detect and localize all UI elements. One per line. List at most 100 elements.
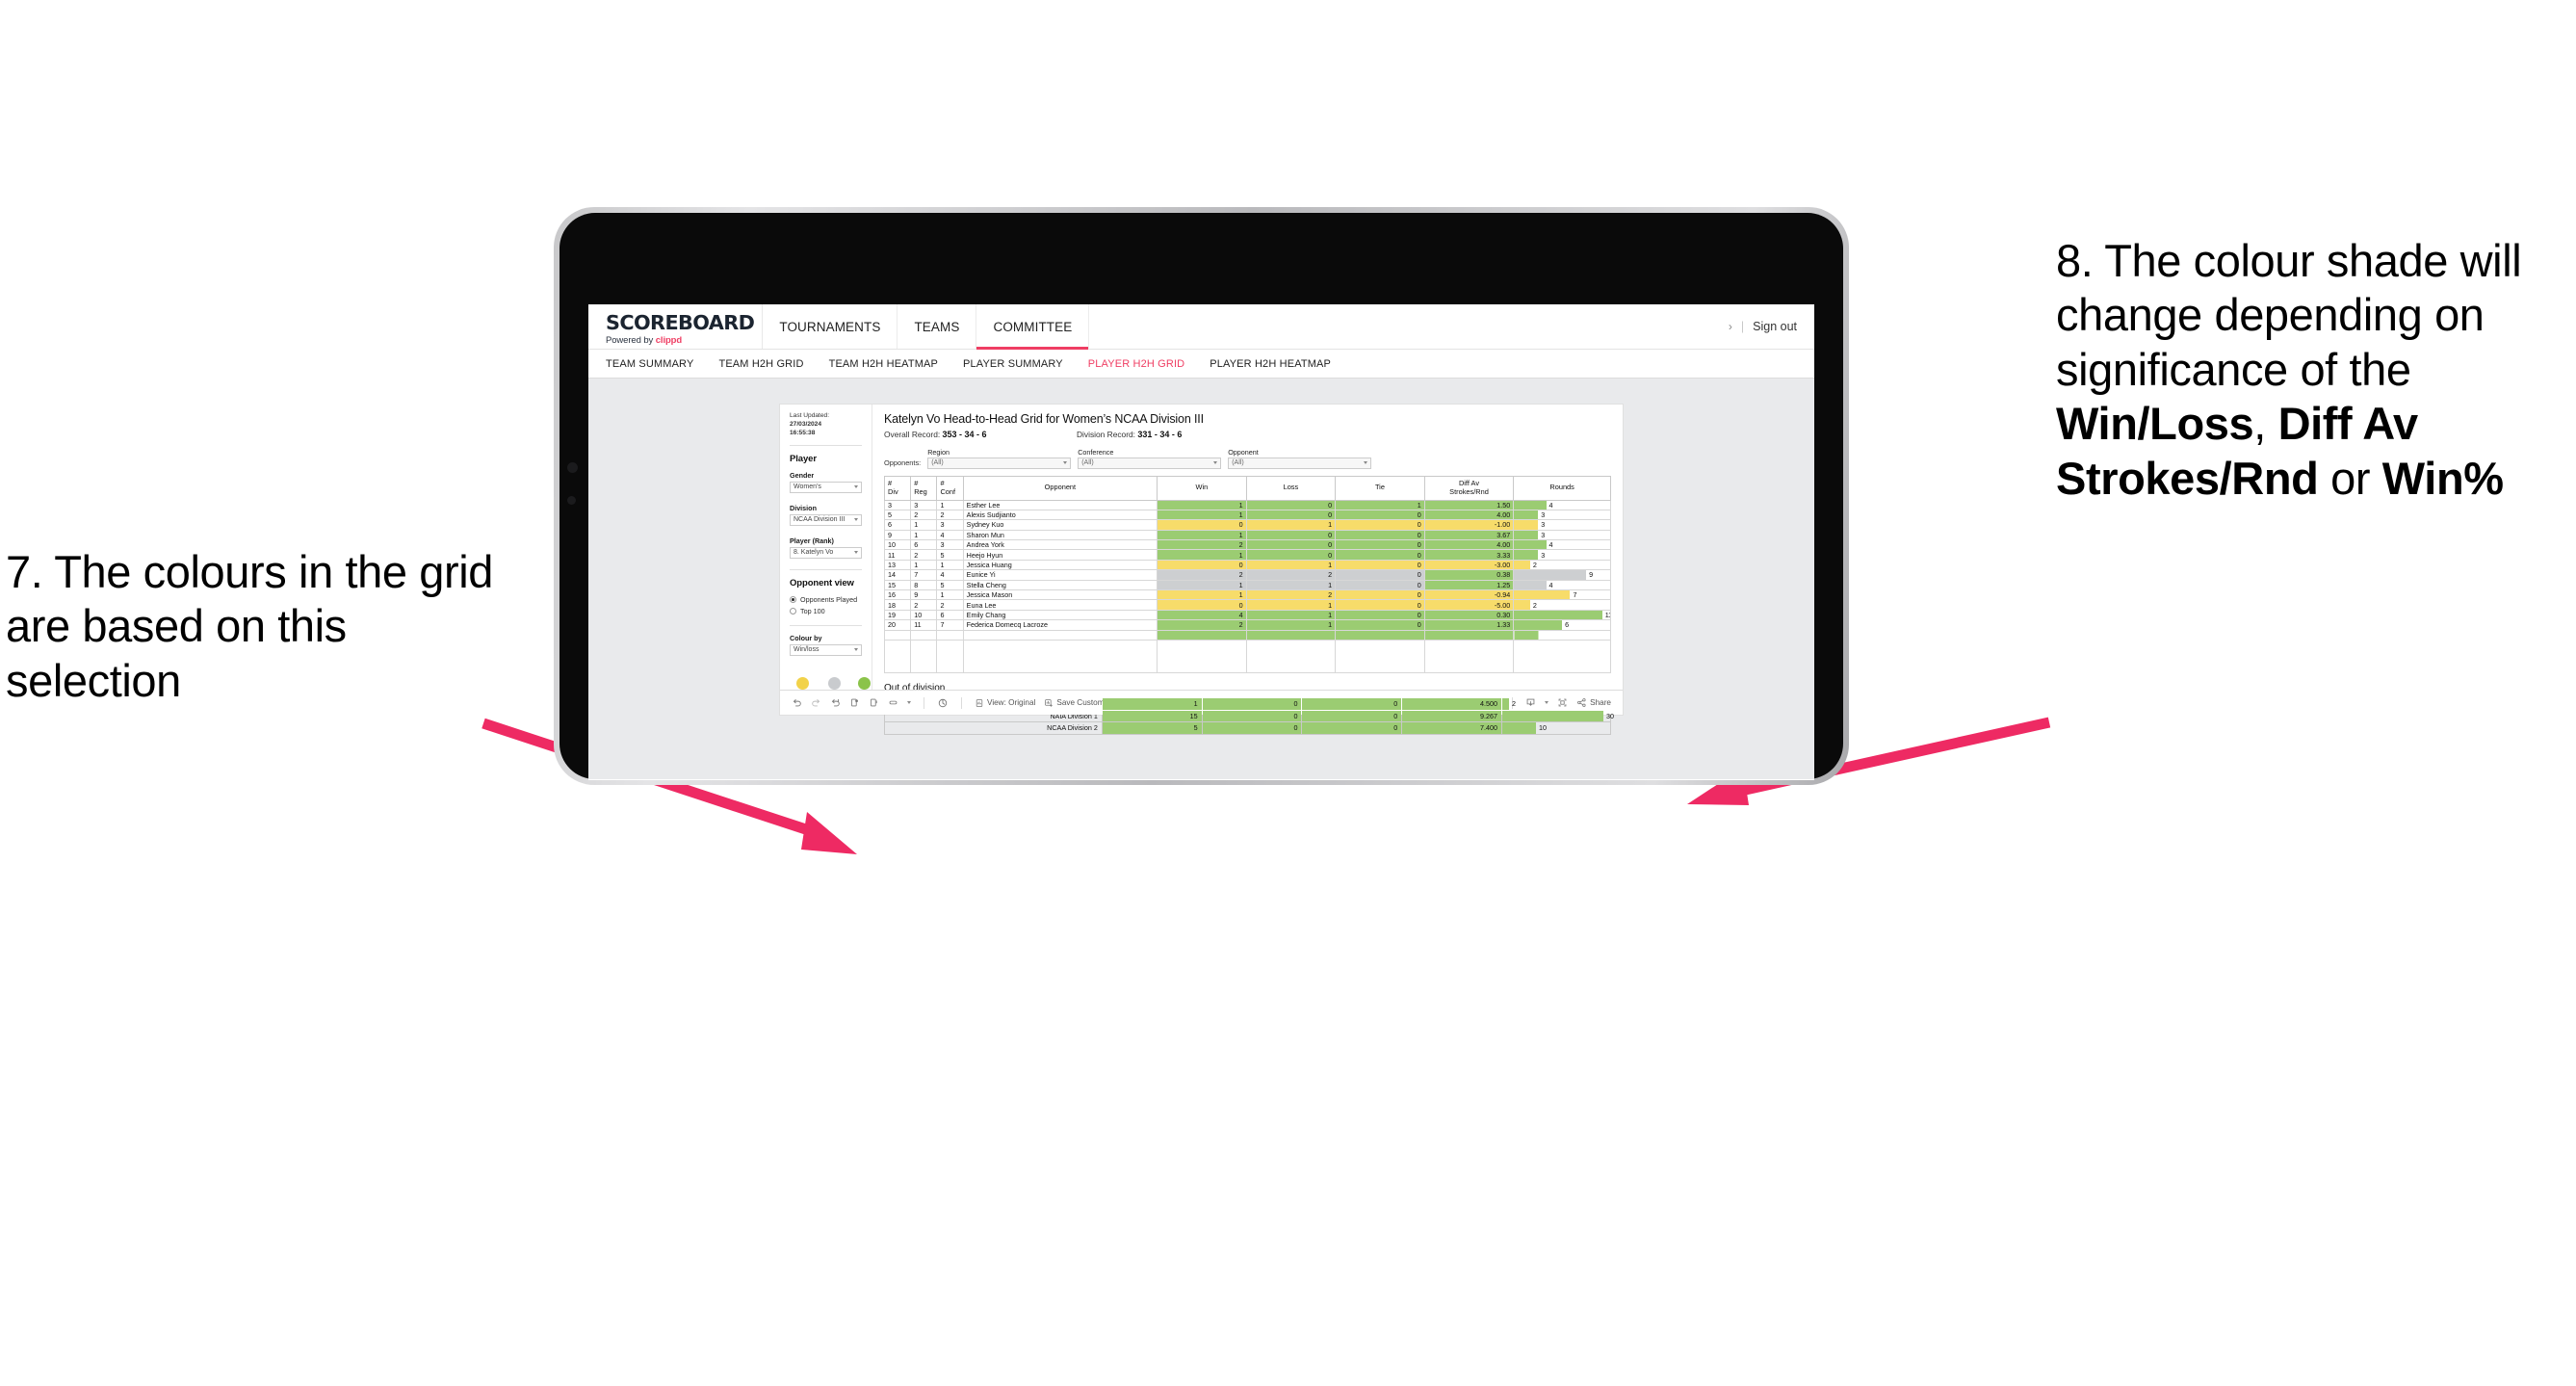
table-cell[interactable]: 0 [1245, 509, 1337, 521]
table-cell[interactable]: 1 [910, 529, 938, 541]
table-cell[interactable]: 1 [1157, 509, 1247, 521]
sign-out-link[interactable]: Sign out [1753, 320, 1797, 333]
table-cell[interactable]: 8 [910, 579, 938, 591]
table-cell[interactable]: Eunice Yi [962, 569, 1158, 581]
tab-player-h2h-grid[interactable]: PLAYER H2H GRID [1088, 358, 1184, 370]
table-cell[interactable]: 1.33 [1423, 619, 1515, 631]
table-cell[interactable]: 19 [883, 609, 912, 621]
chevron-right-icon[interactable]: › [1729, 320, 1732, 333]
rounds-cell[interactable]: 4 [1513, 499, 1611, 510]
table-cell[interactable]: 0.38 [1423, 569, 1515, 581]
undo-icon[interactable] [792, 697, 802, 708]
table-cell[interactable]: 15 [883, 579, 912, 591]
brand-logo[interactable]: SCOREBOARD Powered by clippd [588, 304, 764, 349]
gender-select[interactable]: Women’s [790, 481, 862, 493]
table-cell[interactable]: 0 [1335, 559, 1425, 571]
rounds-cell[interactable]: 2 [1513, 559, 1611, 571]
col-header-div[interactable]: # Div [883, 475, 912, 501]
table-cell[interactable]: 0 [1335, 529, 1425, 541]
player-rank-select[interactable]: 8. Katelyn Vo [790, 546, 862, 559]
view-original-button[interactable]: View: Original [975, 698, 1035, 708]
table-row[interactable]: 18 2 2 Euna Lee 0 1 0 -5.00 2 [883, 599, 1611, 611]
table-cell[interactable]: Euna Lee [962, 599, 1158, 611]
table-row[interactable]: 5 2 2 Alexis Sudjianto 1 0 0 4.00 3 [883, 509, 1611, 521]
table-cell[interactable]: Stella Cheng [962, 579, 1158, 591]
radio-opponents-played[interactable]: Opponents Played [790, 595, 862, 604]
table-cell[interactable]: 6 [910, 539, 938, 551]
col-header-tie[interactable]: Tie [1335, 475, 1425, 501]
table-row[interactable]: 19106Emily Chang4100.3011 [883, 609, 1611, 621]
table-cell[interactable]: 0 [1335, 599, 1425, 611]
table-cell[interactable]: 0 [1201, 721, 1303, 735]
table-cell[interactable]: 2 [1157, 569, 1247, 581]
table-cell[interactable]: 0 [1245, 529, 1337, 541]
table-row[interactable]: 9 1 4 Sharon Mun 1 0 0 3.67 3 [883, 529, 1611, 541]
nav-item-teams[interactable]: TEAMS [898, 304, 977, 349]
table-cell[interactable]: -0.94 [1423, 588, 1515, 601]
table-cell[interactable]: 0 [1335, 588, 1425, 601]
rounds-cell[interactable]: 3 [1513, 549, 1611, 561]
table-cell[interactable]: 2 [910, 509, 938, 521]
table-cell[interactable]: 1 [1157, 579, 1247, 591]
table-cell[interactable]: 1 [910, 559, 938, 571]
rounds-cell[interactable]: 2 [1501, 696, 1611, 711]
tab-team-h2h-heatmap[interactable]: TEAM H2H HEATMAP [829, 358, 938, 370]
opponent-select[interactable]: (All) [1228, 458, 1372, 469]
fit-dropdown-caret-icon[interactable] [907, 701, 911, 704]
table-cell[interactable]: -1.00 [1423, 519, 1515, 531]
table-cell[interactable]: 0 [1245, 549, 1337, 561]
table-cell[interactable]: 1 [1157, 549, 1247, 561]
table-cell[interactable]: 14 [883, 569, 912, 581]
table-cell[interactable]: 9 [910, 588, 938, 601]
table-cell[interactable]: 0 [1335, 539, 1425, 551]
table-cell[interactable]: 0 [1301, 721, 1403, 735]
table-row[interactable]: 11 2 5 Heejo Hyun 1 0 0 3.33 3 [883, 549, 1611, 561]
table-cell[interactable]: 0 [1301, 709, 1403, 723]
table-cell[interactable]: 2 [1245, 569, 1337, 581]
table-row[interactable]: 10 6 3 Andrea York 2 0 0 4.00 4 [883, 539, 1611, 551]
table-cell[interactable]: 4.00 [1423, 539, 1515, 551]
table-cell[interactable]: 6 [936, 609, 964, 621]
table-cell[interactable]: Jessica Huang [962, 559, 1158, 571]
table-cell[interactable]: 11 [910, 619, 938, 631]
table-cell[interactable]: 0 [1157, 519, 1247, 531]
table-cell[interactable]: 1 [1157, 588, 1247, 601]
table-cell[interactable]: 0 [1201, 709, 1303, 723]
table-cell[interactable]: 9 [883, 529, 912, 541]
rounds-cell[interactable]: 4 [1513, 539, 1611, 551]
out-of-division-label[interactable]: NCAA Division 2 [884, 721, 1103, 735]
table-cell[interactable]: 0 [1335, 579, 1425, 591]
table-cell[interactable]: 0 [1335, 519, 1425, 531]
table-cell[interactable]: 0 [1301, 696, 1403, 711]
pause-updates-icon[interactable] [869, 697, 879, 708]
table-cell[interactable]: 2 [1157, 539, 1247, 551]
col-header-conf[interactable]: # Conf [936, 475, 964, 501]
out-of-division-row[interactable]: NCAA Division 2 5 0 0 7.400 10 [884, 721, 1611, 735]
table-cell[interactable]: 20 [883, 619, 912, 631]
region-select[interactable]: (All) [927, 458, 1072, 469]
table-row[interactable]: 20 11 7 Federica Domecq Lacroze 2 1 0 1.33 6 [883, 619, 1611, 631]
table-cell[interactable]: 3.67 [1423, 529, 1515, 541]
fit-width-icon[interactable] [888, 697, 898, 708]
col-header-loss[interactable]: Loss [1245, 475, 1337, 501]
table-row[interactable]: 15 8 5 Stella Cheng 1 1 0 1.25 4 [883, 579, 1611, 591]
table-cell[interactable]: 1 [910, 519, 938, 531]
table-cell[interactable]: 10 [883, 539, 912, 551]
table-row[interactable]: 16 9 1 Jessica Mason 1 2 0 -0.94 7 [883, 588, 1611, 601]
table-cell[interactable]: 1 [1245, 619, 1337, 631]
division-select[interactable]: NCAA Division III [790, 513, 862, 526]
table-cell[interactable]: 5 [936, 579, 964, 591]
table-cell[interactable]: 2 [1157, 619, 1247, 631]
table-cell[interactable]: 0 [1157, 559, 1247, 571]
refresh-data-icon[interactable] [849, 697, 860, 708]
table-cell[interactable]: 0 [1245, 539, 1337, 551]
revert-icon[interactable] [830, 697, 841, 708]
table-cell[interactable]: Sydney Kuo [962, 519, 1158, 531]
table-cell[interactable]: 3 [883, 499, 912, 510]
table-cell[interactable]: 1 [936, 499, 964, 510]
table-cell[interactable]: 1 [1245, 609, 1337, 621]
table-cell[interactable]: 3.33 [1423, 549, 1515, 561]
col-header-rounds[interactable]: Rounds [1513, 475, 1611, 501]
table-row[interactable]: 13 1 1 Jessica Huang 0 1 0 -3.00 2 [883, 559, 1611, 571]
rounds-cell[interactable]: 10 [1501, 721, 1611, 735]
